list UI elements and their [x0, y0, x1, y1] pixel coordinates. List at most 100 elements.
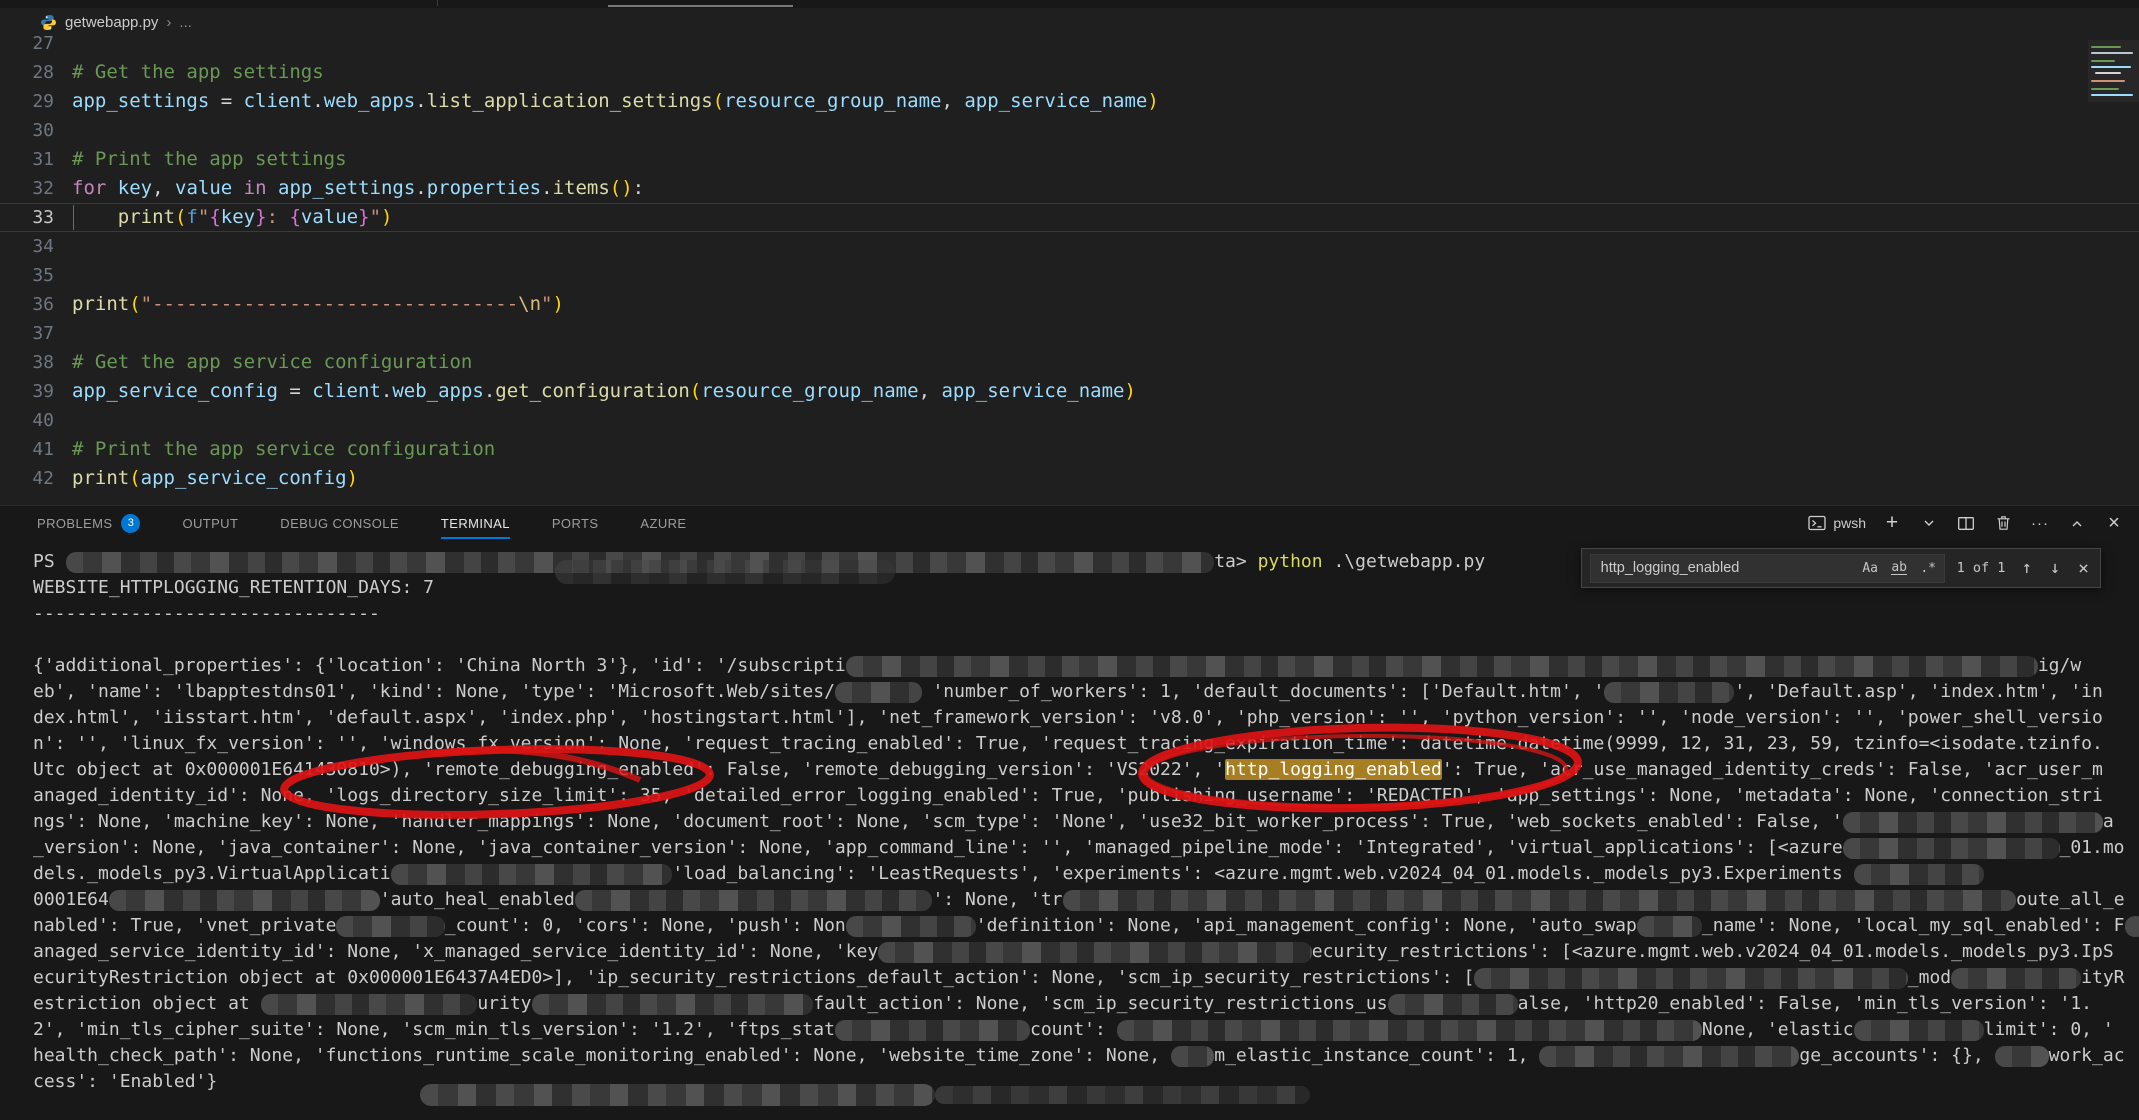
find-results-count: 1 of 1 [1957, 560, 2007, 576]
redaction-blur [261, 994, 478, 1015]
line-number: 41 [0, 435, 54, 464]
terminal-line: 2', 'min_tls_cipher_suite': None, 'scm_m… [0, 1017, 2139, 1043]
problems-count-badge: 3 [121, 514, 140, 533]
redaction-blur [835, 1020, 1030, 1041]
new-terminal-button[interactable]: + [1881, 512, 1903, 534]
redaction-blur [1539, 1046, 1799, 1067]
terminal-line: estriction object at urityfault_action':… [0, 991, 2139, 1017]
line-number: 28 [0, 58, 54, 87]
panel-tab-output[interactable]: OUTPUT [182, 506, 238, 540]
tab-bar-strip [0, 0, 2139, 8]
line-number: 37 [0, 319, 54, 348]
code-line: 39app_service_config = client.web_apps.g… [0, 377, 2139, 406]
panel-tab-terminal[interactable]: TERMINAL [441, 506, 510, 540]
code-line: 27 [0, 36, 2139, 58]
terminal-line: ecurityRestriction object at 0x000001E64… [0, 965, 2139, 991]
code-line: 29app_settings = client.web_apps.list_ap… [0, 87, 2139, 116]
code-lines: 2728# Get the app settings29app_settings… [0, 36, 2139, 493]
maximize-panel-button[interactable] [2066, 512, 2088, 534]
line-number: 36 [0, 290, 54, 319]
close-panel-button[interactable]: × [2103, 512, 2125, 534]
kill-terminal-button[interactable] [1992, 512, 2014, 534]
panel-tab-label: AZURE [640, 516, 686, 531]
code-line: 30 [0, 116, 2139, 145]
code-line: 42print(app_service_config) [0, 464, 2139, 493]
minimap[interactable] [2088, 40, 2139, 102]
breadcrumb-file[interactable]: getwebapp.py [65, 14, 158, 31]
more-actions-button[interactable]: ··· [2029, 512, 2051, 534]
whole-word-button[interactable]: ab [1888, 557, 1911, 580]
panel-tab-label: TERMINAL [441, 516, 510, 531]
shell-label: pwsh [1833, 515, 1866, 531]
redaction-blur [835, 682, 922, 703]
terminal-line: eb', 'name': 'lbapptestdns01', 'kind': N… [0, 679, 2139, 705]
tab-separator [437, 0, 438, 6]
terminal-output[interactable]: PS ta> python .\getwebapp.pyWEBSITE_HTTP… [0, 540, 2139, 1120]
redaction-blur [878, 942, 1311, 963]
indent-guide [73, 205, 74, 230]
redaction-blur [1843, 838, 2060, 859]
terminal-icon [1808, 514, 1826, 532]
line-number: 31 [0, 145, 54, 174]
redaction-blur [391, 864, 673, 885]
panel-tab-label: PORTS [552, 516, 599, 531]
panel-tab-ports[interactable]: PORTS [552, 506, 599, 540]
line-number: 32 [0, 174, 54, 203]
code-line: 28# Get the app settings [0, 58, 2139, 87]
code-line: 33 print(f"{key}: {value}") [0, 203, 2139, 232]
terminal-line: Utc object at 0x000001E641430810>), 'rem… [0, 757, 2139, 783]
redaction-blur [846, 656, 2038, 677]
redaction-blur [935, 1086, 1310, 1104]
redaction-blur [1854, 864, 1984, 885]
tab-top-border [608, 5, 793, 7]
redaction-blur [575, 890, 933, 911]
terminal-line: dex.html', 'iisstart.htm', 'default.aspx… [0, 705, 2139, 731]
find-close-button[interactable]: × [2075, 558, 2092, 579]
find-input[interactable] [1599, 559, 1853, 577]
terminal-profile[interactable]: pwsh [1808, 514, 1866, 532]
redaction-blur [1854, 1020, 1984, 1041]
terminal-line: dels._models_py3.VirtualApplicati'load_b… [0, 861, 2139, 887]
panel-tab-debug-console[interactable]: DEBUG CONSOLE [280, 506, 399, 540]
code-editor[interactable]: 2728# Get the app settings29app_settings… [0, 36, 2139, 505]
panel-tab-azure[interactable]: AZURE [640, 506, 686, 540]
redaction-blur [555, 560, 895, 584]
terminal-line: health_check_path': None, 'functions_run… [0, 1043, 2139, 1069]
redaction-blur [1117, 1020, 1702, 1041]
breadcrumb-separator-icon: › [166, 14, 171, 31]
code-line: 35 [0, 261, 2139, 290]
panel-tab-problems[interactable]: PROBLEMS3 [37, 506, 140, 540]
panel-tab-label: DEBUG CONSOLE [280, 516, 399, 531]
line-number: 27 [0, 36, 54, 58]
line-number: 42 [0, 464, 54, 493]
terminal-line: {'additional_properties': {'location': '… [0, 653, 2139, 679]
terminal-line: anaged_identity_id': None, 'logs_directo… [0, 783, 2139, 809]
redaction-blur [1843, 812, 2103, 833]
find-previous-button[interactable]: ↑ [2019, 558, 2035, 578]
terminal-line [0, 627, 2139, 653]
line-number: 39 [0, 377, 54, 406]
redaction-blur [109, 890, 380, 911]
find-match-highlight: http_logging_enabled [1225, 759, 1442, 780]
redaction-blur [532, 994, 814, 1015]
find-next-button[interactable]: ↓ [2047, 558, 2063, 578]
code-line: 32for key, value in app_settings.propert… [0, 174, 2139, 203]
regex-button[interactable]: .* [1917, 557, 1940, 580]
match-case-button[interactable]: Aa [1859, 557, 1882, 580]
code-line: 34 [0, 232, 2139, 261]
code-line: 37 [0, 319, 2139, 348]
python-icon [40, 14, 57, 31]
line-number: 34 [0, 232, 54, 261]
breadcrumb-more[interactable]: ... [179, 14, 192, 31]
redaction-blur [420, 1084, 935, 1106]
terminal-find-widget: Aa ab .* 1 of 1 ↑ ↓ × [1581, 548, 2101, 588]
redaction-blur [2125, 916, 2139, 937]
split-terminal-button[interactable] [1955, 512, 1977, 534]
redaction-blur [1171, 1046, 1214, 1067]
line-number: 30 [0, 116, 54, 145]
terminal-line: _version': None, 'java_container': None,… [0, 835, 2139, 861]
redaction-blur [1474, 968, 1907, 989]
redaction-blur [1637, 916, 1702, 937]
breadcrumb[interactable]: getwebapp.py › ... [0, 8, 2139, 36]
terminal-profile-dropdown-icon[interactable] [1918, 512, 1940, 534]
